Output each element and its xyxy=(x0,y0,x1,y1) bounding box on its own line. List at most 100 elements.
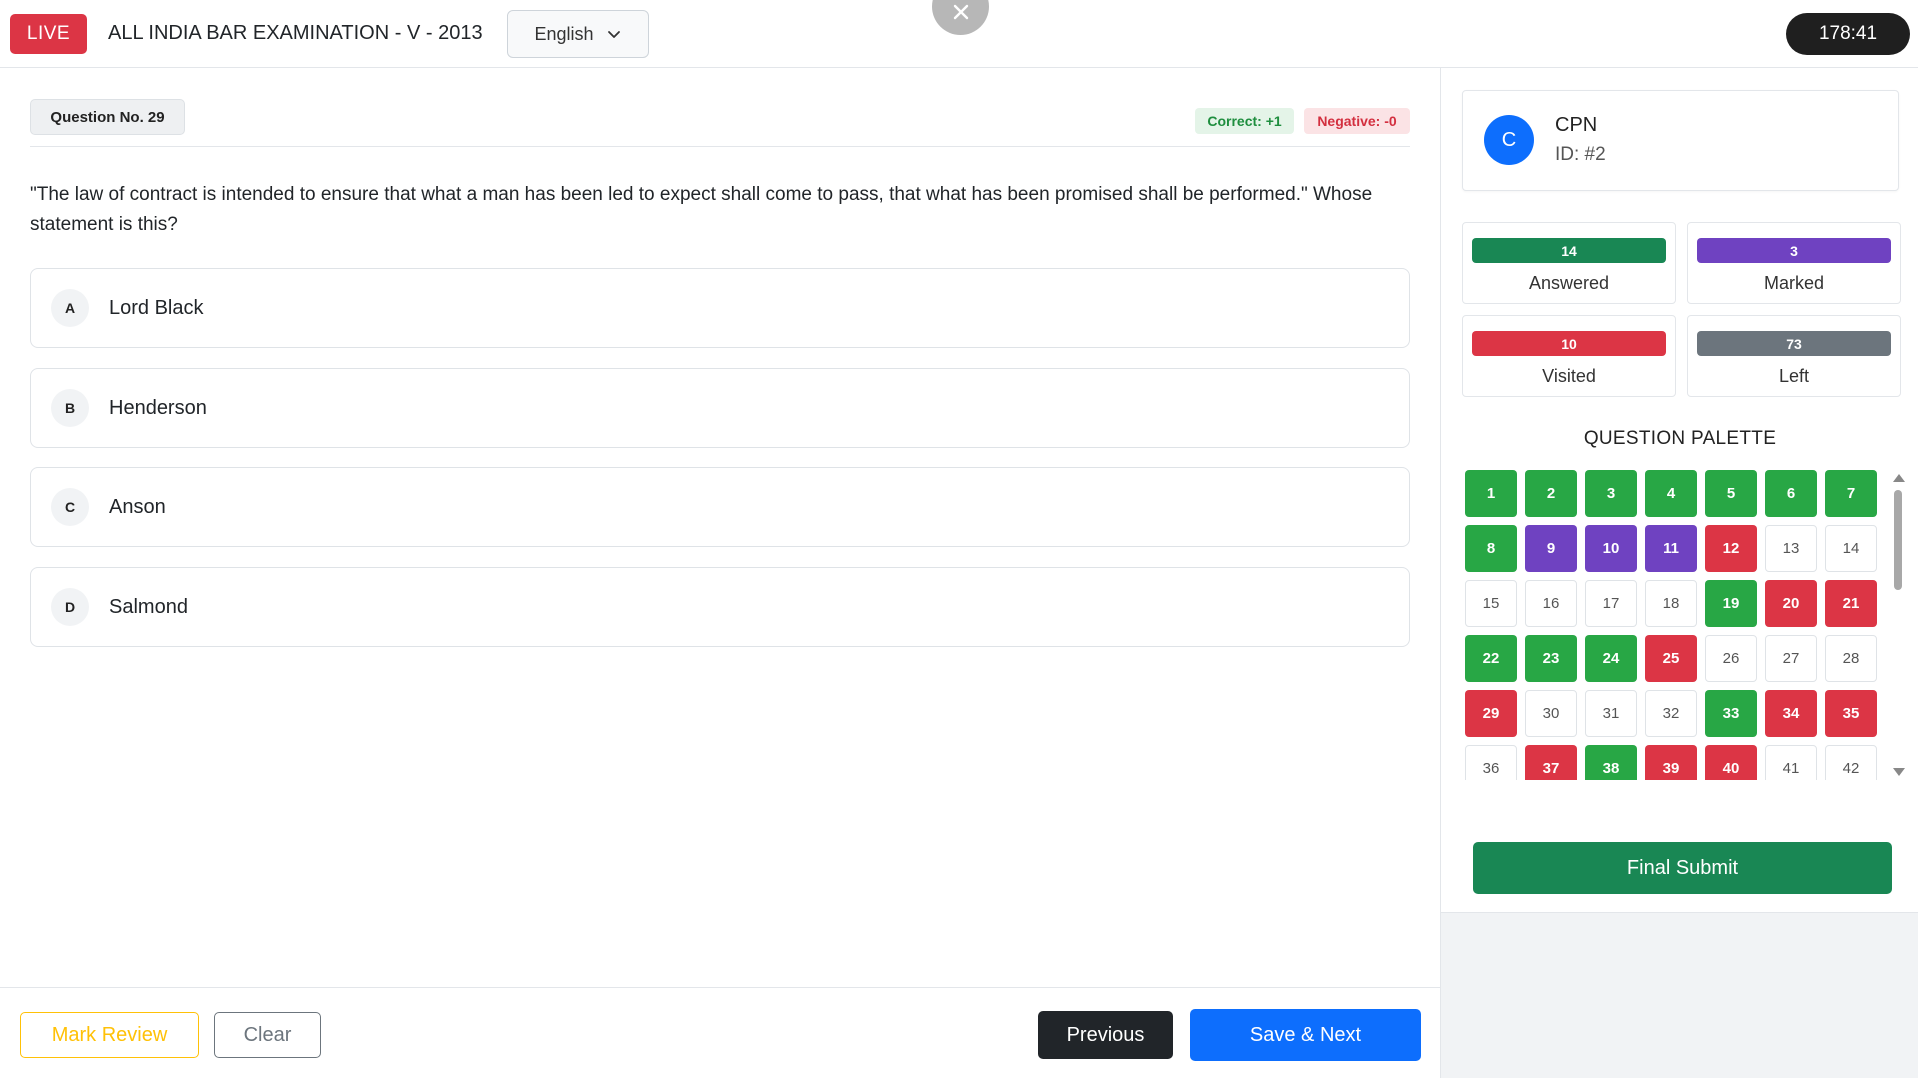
palette-question-33[interactable]: 33 xyxy=(1705,690,1757,737)
option-letter: B xyxy=(51,389,89,427)
palette-question-38[interactable]: 38 xyxy=(1585,745,1637,780)
option-letter: A xyxy=(51,289,89,327)
palette-question-10[interactable]: 10 xyxy=(1585,525,1637,572)
palette-question-11[interactable]: 11 xyxy=(1645,525,1697,572)
palette-question-13[interactable]: 13 xyxy=(1765,525,1817,572)
palette-question-21[interactable]: 21 xyxy=(1825,580,1877,627)
clear-button[interactable]: Clear xyxy=(214,1012,321,1058)
option-b[interactable]: B Henderson xyxy=(30,368,1410,448)
option-text: Anson xyxy=(109,495,166,518)
stat-answered: 14 Answered xyxy=(1462,222,1676,304)
option-c[interactable]: C Anson xyxy=(30,467,1410,547)
option-letter: C xyxy=(51,488,89,526)
sidebar: C CPN ID: #2 14 Answered 3 Marked 10 Vis… xyxy=(1440,68,1918,1078)
option-text: Lord Black xyxy=(109,296,204,319)
scroll-up-icon[interactable] xyxy=(1893,474,1905,482)
stat-count: 73 xyxy=(1697,331,1891,356)
user-id: ID: #2 xyxy=(1555,144,1606,165)
countdown-timer: 178:41 xyxy=(1786,13,1910,55)
palette-question-18[interactable]: 18 xyxy=(1645,580,1697,627)
palette-grid: 1 2 3 4 5 6 7 8 9 10 11 12 13 14 15 16 17 18 19 20 21 22 23 24 2… xyxy=(1465,470,1885,780)
option-text: Salmond xyxy=(109,595,188,618)
palette-question-40[interactable]: 40 xyxy=(1705,745,1757,780)
question-number: Question No. 29 xyxy=(30,99,185,135)
palette-question-24[interactable]: 24 xyxy=(1585,635,1637,682)
palette-title: QUESTION PALETTE xyxy=(1583,428,1777,449)
option-letter: D xyxy=(51,588,89,626)
palette-scrollbar[interactable] xyxy=(1891,470,1905,780)
palette-question-14[interactable]: 14 xyxy=(1825,525,1877,572)
sidebar-panel: C CPN ID: #2 14 Answered 3 Marked 10 Vis… xyxy=(1441,68,1918,913)
palette-question-2[interactable]: 2 xyxy=(1525,470,1577,517)
palette-question-29[interactable]: 29 xyxy=(1465,690,1517,737)
stat-count: 3 xyxy=(1697,238,1891,263)
palette-question-41[interactable]: 41 xyxy=(1765,745,1817,780)
palette-question-9[interactable]: 9 xyxy=(1525,525,1577,572)
palette-question-26[interactable]: 26 xyxy=(1705,635,1757,682)
negative-marks-badge: Negative: -0 xyxy=(1304,108,1410,134)
stat-label: Visited xyxy=(1542,366,1596,386)
palette-question-17[interactable]: 17 xyxy=(1585,580,1637,627)
stat-count: 10 xyxy=(1472,331,1666,356)
option-d[interactable]: D Salmond xyxy=(30,567,1410,647)
palette-question-7[interactable]: 7 xyxy=(1825,470,1877,517)
palette-question-27[interactable]: 27 xyxy=(1765,635,1817,682)
palette-question-5[interactable]: 5 xyxy=(1705,470,1757,517)
stat-count: 14 xyxy=(1472,238,1666,263)
palette-question-35[interactable]: 35 xyxy=(1825,690,1877,737)
palette-question-34[interactable]: 34 xyxy=(1765,690,1817,737)
correct-marks-badge: Correct: +1 xyxy=(1195,108,1294,134)
palette-question-36[interactable]: 36 xyxy=(1465,745,1517,780)
palette-question-37[interactable]: 37 xyxy=(1525,745,1577,780)
stat-label: Marked xyxy=(1763,273,1825,293)
palette-question-12[interactable]: 12 xyxy=(1705,525,1757,572)
palette-question-20[interactable]: 20 xyxy=(1765,580,1817,627)
stat-marked: 3 Marked xyxy=(1687,222,1901,304)
option-a[interactable]: A Lord Black xyxy=(30,268,1410,348)
option-text: Henderson xyxy=(109,396,207,419)
palette-question-30[interactable]: 30 xyxy=(1525,690,1577,737)
palette-question-23[interactable]: 23 xyxy=(1525,635,1577,682)
close-button[interactable] xyxy=(932,0,989,35)
stat-visited: 10 Visited xyxy=(1462,315,1676,397)
palette-question-28[interactable]: 28 xyxy=(1825,635,1877,682)
scroll-thumb[interactable] xyxy=(1894,490,1902,590)
palette-question-3[interactable]: 3 xyxy=(1585,470,1637,517)
top-bar: LIVE ALL INDIA BAR EXAMINATION - V - 201… xyxy=(0,0,1918,68)
close-icon xyxy=(953,4,968,20)
palette-question-19[interactable]: 19 xyxy=(1705,580,1757,627)
palette-question-8[interactable]: 8 xyxy=(1465,525,1517,572)
stat-label: Left xyxy=(1778,366,1810,386)
question-text: "The law of contract is intended to ensu… xyxy=(30,184,1373,235)
action-bar: Mark Review Clear Previous Save & Next xyxy=(0,987,1440,1078)
palette-question-32[interactable]: 32 xyxy=(1645,690,1697,737)
palette-question-15[interactable]: 15 xyxy=(1465,580,1517,627)
save-next-button[interactable]: Save & Next xyxy=(1190,1009,1421,1061)
question-palette: 1 2 3 4 5 6 7 8 9 10 11 12 13 14 15 16 17 18 19 20 21 22 23 24 2… xyxy=(1465,470,1885,780)
previous-button[interactable]: Previous xyxy=(1038,1011,1173,1059)
language-select-value: English xyxy=(534,23,594,44)
final-submit-button[interactable]: Final Submit xyxy=(1473,842,1892,894)
palette-question-6[interactable]: 6 xyxy=(1765,470,1817,517)
palette-question-1[interactable]: 1 xyxy=(1465,470,1517,517)
divider xyxy=(30,146,1410,147)
avatar: C xyxy=(1484,115,1534,165)
language-select[interactable]: English xyxy=(507,10,649,58)
scroll-down-icon[interactable] xyxy=(1893,768,1905,776)
stat-label: Answered xyxy=(1528,273,1610,293)
mark-review-button[interactable]: Mark Review xyxy=(20,1012,199,1058)
user-card: C CPN ID: #2 xyxy=(1462,90,1899,191)
palette-question-16[interactable]: 16 xyxy=(1525,580,1577,627)
live-badge: LIVE xyxy=(10,14,87,54)
palette-question-39[interactable]: 39 xyxy=(1645,745,1697,780)
palette-question-25[interactable]: 25 xyxy=(1645,635,1697,682)
stat-left: 73 Left xyxy=(1687,315,1901,397)
palette-question-4[interactable]: 4 xyxy=(1645,470,1697,517)
palette-question-31[interactable]: 31 xyxy=(1585,690,1637,737)
user-name: CPN xyxy=(1555,114,1598,136)
chevron-down-icon xyxy=(607,31,620,38)
question-panel: Question No. 29 Correct: +1 Negative: -0… xyxy=(0,68,1440,987)
palette-question-22[interactable]: 22 xyxy=(1465,635,1517,682)
palette-question-42[interactable]: 42 xyxy=(1825,745,1877,780)
exam-title: ALL INDIA BAR EXAMINATION - V - 2013 xyxy=(108,22,483,44)
